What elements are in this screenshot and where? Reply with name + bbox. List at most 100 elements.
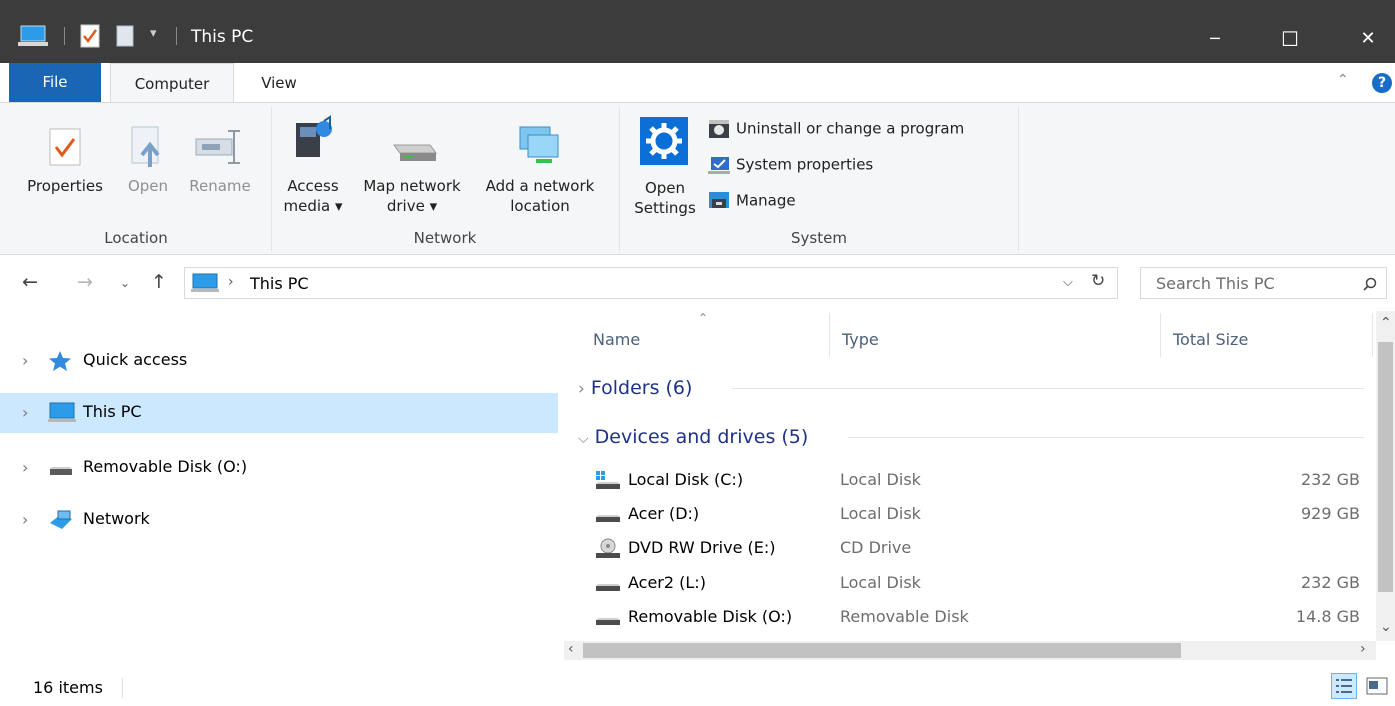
computer-icon (191, 273, 219, 292)
rename-label: Rename (189, 177, 251, 195)
nav-item-network[interactable]: › Network (0, 500, 558, 540)
help-icon[interactable]: ? (1372, 73, 1392, 93)
drive-row-e[interactable]: DVD RW Drive (E:) CD Drive (594, 531, 1364, 565)
group-title: Devices and drives (5) (594, 426, 809, 448)
access-media-button[interactable]: Access media ▾ (280, 103, 346, 223)
drive-type: Local Disk (840, 573, 921, 592)
properties-qat-icon[interactable] (80, 24, 100, 48)
expand-chevron-icon[interactable]: › (22, 351, 28, 370)
expand-chevron-icon[interactable]: › (22, 403, 28, 422)
open-button[interactable]: Open (120, 103, 176, 223)
uninstall-label: Uninstall or change a program (736, 119, 965, 138)
ribbon-separator (1018, 107, 1019, 251)
drive-icon (596, 618, 620, 625)
drive-row-o[interactable]: Removable Disk (O:) Removable Disk 14.8 … (594, 600, 1364, 634)
drive-name: Acer (D:) (628, 504, 700, 523)
access-media-label-2: media ▾ (283, 197, 343, 215)
close-button[interactable]: ✕ (1345, 16, 1391, 62)
group-collapse-chevron-icon: ⌵ (578, 431, 589, 447)
column-divider[interactable] (1372, 313, 1373, 357)
drive-row-l[interactable]: Acer2 (L:) Local Disk 232 GB (594, 566, 1364, 600)
large-icons-view-icon[interactable] (1366, 676, 1388, 696)
rename-button[interactable]: Rename (182, 103, 258, 223)
recent-locations-chevron-icon[interactable]: ⌄ (120, 276, 130, 290)
manage-button[interactable]: Manage (708, 191, 796, 211)
drive-row-c[interactable]: Local Disk (C:) Local Disk 232 GB (594, 463, 1364, 497)
drive-icon (596, 584, 620, 591)
up-arrow-icon[interactable]: ↑ (151, 271, 167, 293)
nav-item-label: This PC (83, 402, 142, 421)
properties-label: Properties (27, 177, 103, 195)
column-header-name[interactable]: Name (593, 330, 640, 349)
add-network-location-button[interactable]: Add a network location (476, 103, 604, 223)
map-network-drive-button[interactable]: Map network drive ▾ (354, 103, 470, 223)
vertical-scroll-thumb[interactable] (1378, 342, 1393, 592)
tab-file[interactable]: File (9, 63, 101, 102)
search-box[interactable]: Search This PC (1140, 267, 1387, 299)
system-properties-button[interactable]: System properties (708, 155, 873, 175)
nav-item-label: Removable Disk (O:) (83, 457, 248, 476)
title-separator (176, 27, 177, 45)
properties-button[interactable]: Properties (18, 103, 112, 223)
minimize-button[interactable]: ─ (1192, 16, 1238, 62)
title-bar: ▾ This PC ─ ☐ ✕ (0, 0, 1395, 63)
address-dropdown-icon[interactable]: ⌵ (1063, 275, 1073, 290)
tab-view[interactable]: View (246, 63, 312, 102)
status-separator (122, 678, 123, 698)
column-divider[interactable] (1160, 313, 1161, 357)
sort-indicator-icon: ⌃ (698, 311, 709, 325)
address-bar[interactable]: › This PC ⌵ ↻ (184, 267, 1118, 299)
uninstall-program-button[interactable]: Uninstall or change a program (708, 119, 964, 139)
this-pc-icon[interactable] (18, 25, 48, 47)
horizontal-scroll-thumb[interactable] (583, 643, 1181, 658)
group-header-devices[interactable]: ⌵ Devices and drives (5) (578, 426, 808, 448)
column-header-type[interactable]: Type (842, 330, 879, 349)
vertical-scrollbar[interactable]: ⌃ ⌄ (1376, 311, 1395, 641)
customize-qat-icon[interactable]: ▾ (150, 26, 157, 41)
network-group: Access media ▾ Map network drive ▾ Add a… (272, 103, 618, 255)
uninstall-icon (709, 120, 729, 138)
scroll-up-arrow-icon[interactable]: ⌃ (1380, 315, 1392, 331)
nav-item-this-pc[interactable]: › This PC (0, 393, 558, 433)
manage-label: Manage (736, 191, 796, 210)
star-icon (49, 351, 71, 371)
collapse-ribbon-icon[interactable]: ⌃ (1337, 72, 1349, 88)
expand-chevron-icon[interactable]: › (22, 510, 28, 529)
maximize-button[interactable]: ☐ (1267, 16, 1313, 62)
location-group: Properties Open Rename Location (0, 103, 270, 255)
back-arrow-icon[interactable]: ← (22, 271, 38, 293)
drive-type: Local Disk (840, 504, 921, 523)
scroll-left-arrow-icon[interactable]: ‹ (568, 641, 574, 657)
details-view-icon[interactable] (1331, 673, 1357, 699)
column-header-total-size[interactable]: Total Size (1173, 330, 1248, 349)
scroll-down-arrow-icon[interactable]: ⌄ (1380, 619, 1392, 635)
drive-size: 232 GB (1301, 470, 1360, 489)
location-group-label: Location (104, 229, 168, 247)
settings-gear-icon (640, 117, 688, 165)
column-divider[interactable] (829, 313, 830, 357)
nav-item-removable-disk[interactable]: › Removable Disk (O:) (0, 448, 558, 488)
expand-chevron-icon[interactable]: › (22, 458, 28, 477)
search-placeholder: Search This PC (1156, 274, 1275, 293)
forward-arrow-icon[interactable]: → (77, 271, 93, 293)
ribbon-tabs: File Computer View ⌃ ? (0, 63, 1395, 103)
search-icon[interactable] (1363, 277, 1377, 291)
drive-size: 14.8 GB (1295, 607, 1360, 626)
scroll-right-arrow-icon[interactable]: › (1360, 641, 1366, 657)
breadcrumb-this-pc[interactable]: This PC (250, 274, 309, 293)
group-header-folders[interactable]: › Folders (6) (578, 377, 692, 399)
refresh-icon[interactable]: ↻ (1091, 271, 1105, 291)
address-row: ← → ⌄ ↑ › This PC ⌵ ↻ Search This PC (0, 255, 1395, 311)
open-label: Open (127, 177, 169, 195)
tab-computer[interactable]: Computer (110, 63, 234, 103)
drive-row-d[interactable]: Acer (D:) Local Disk 929 GB (594, 497, 1364, 531)
open-settings-button[interactable]: Open Settings (632, 103, 698, 223)
nav-item-quick-access[interactable]: › Quick access (0, 341, 558, 381)
breadcrumb-separator-icon[interactable]: › (228, 274, 234, 290)
drive-name: Removable Disk (O:) (628, 607, 793, 626)
group-expand-chevron-icon: › (578, 379, 585, 399)
horizontal-scrollbar[interactable]: ‹ › (564, 641, 1376, 660)
system-properties-label: System properties (736, 155, 874, 174)
properties-icon (49, 128, 81, 166)
new-folder-qat-icon[interactable] (115, 24, 137, 48)
